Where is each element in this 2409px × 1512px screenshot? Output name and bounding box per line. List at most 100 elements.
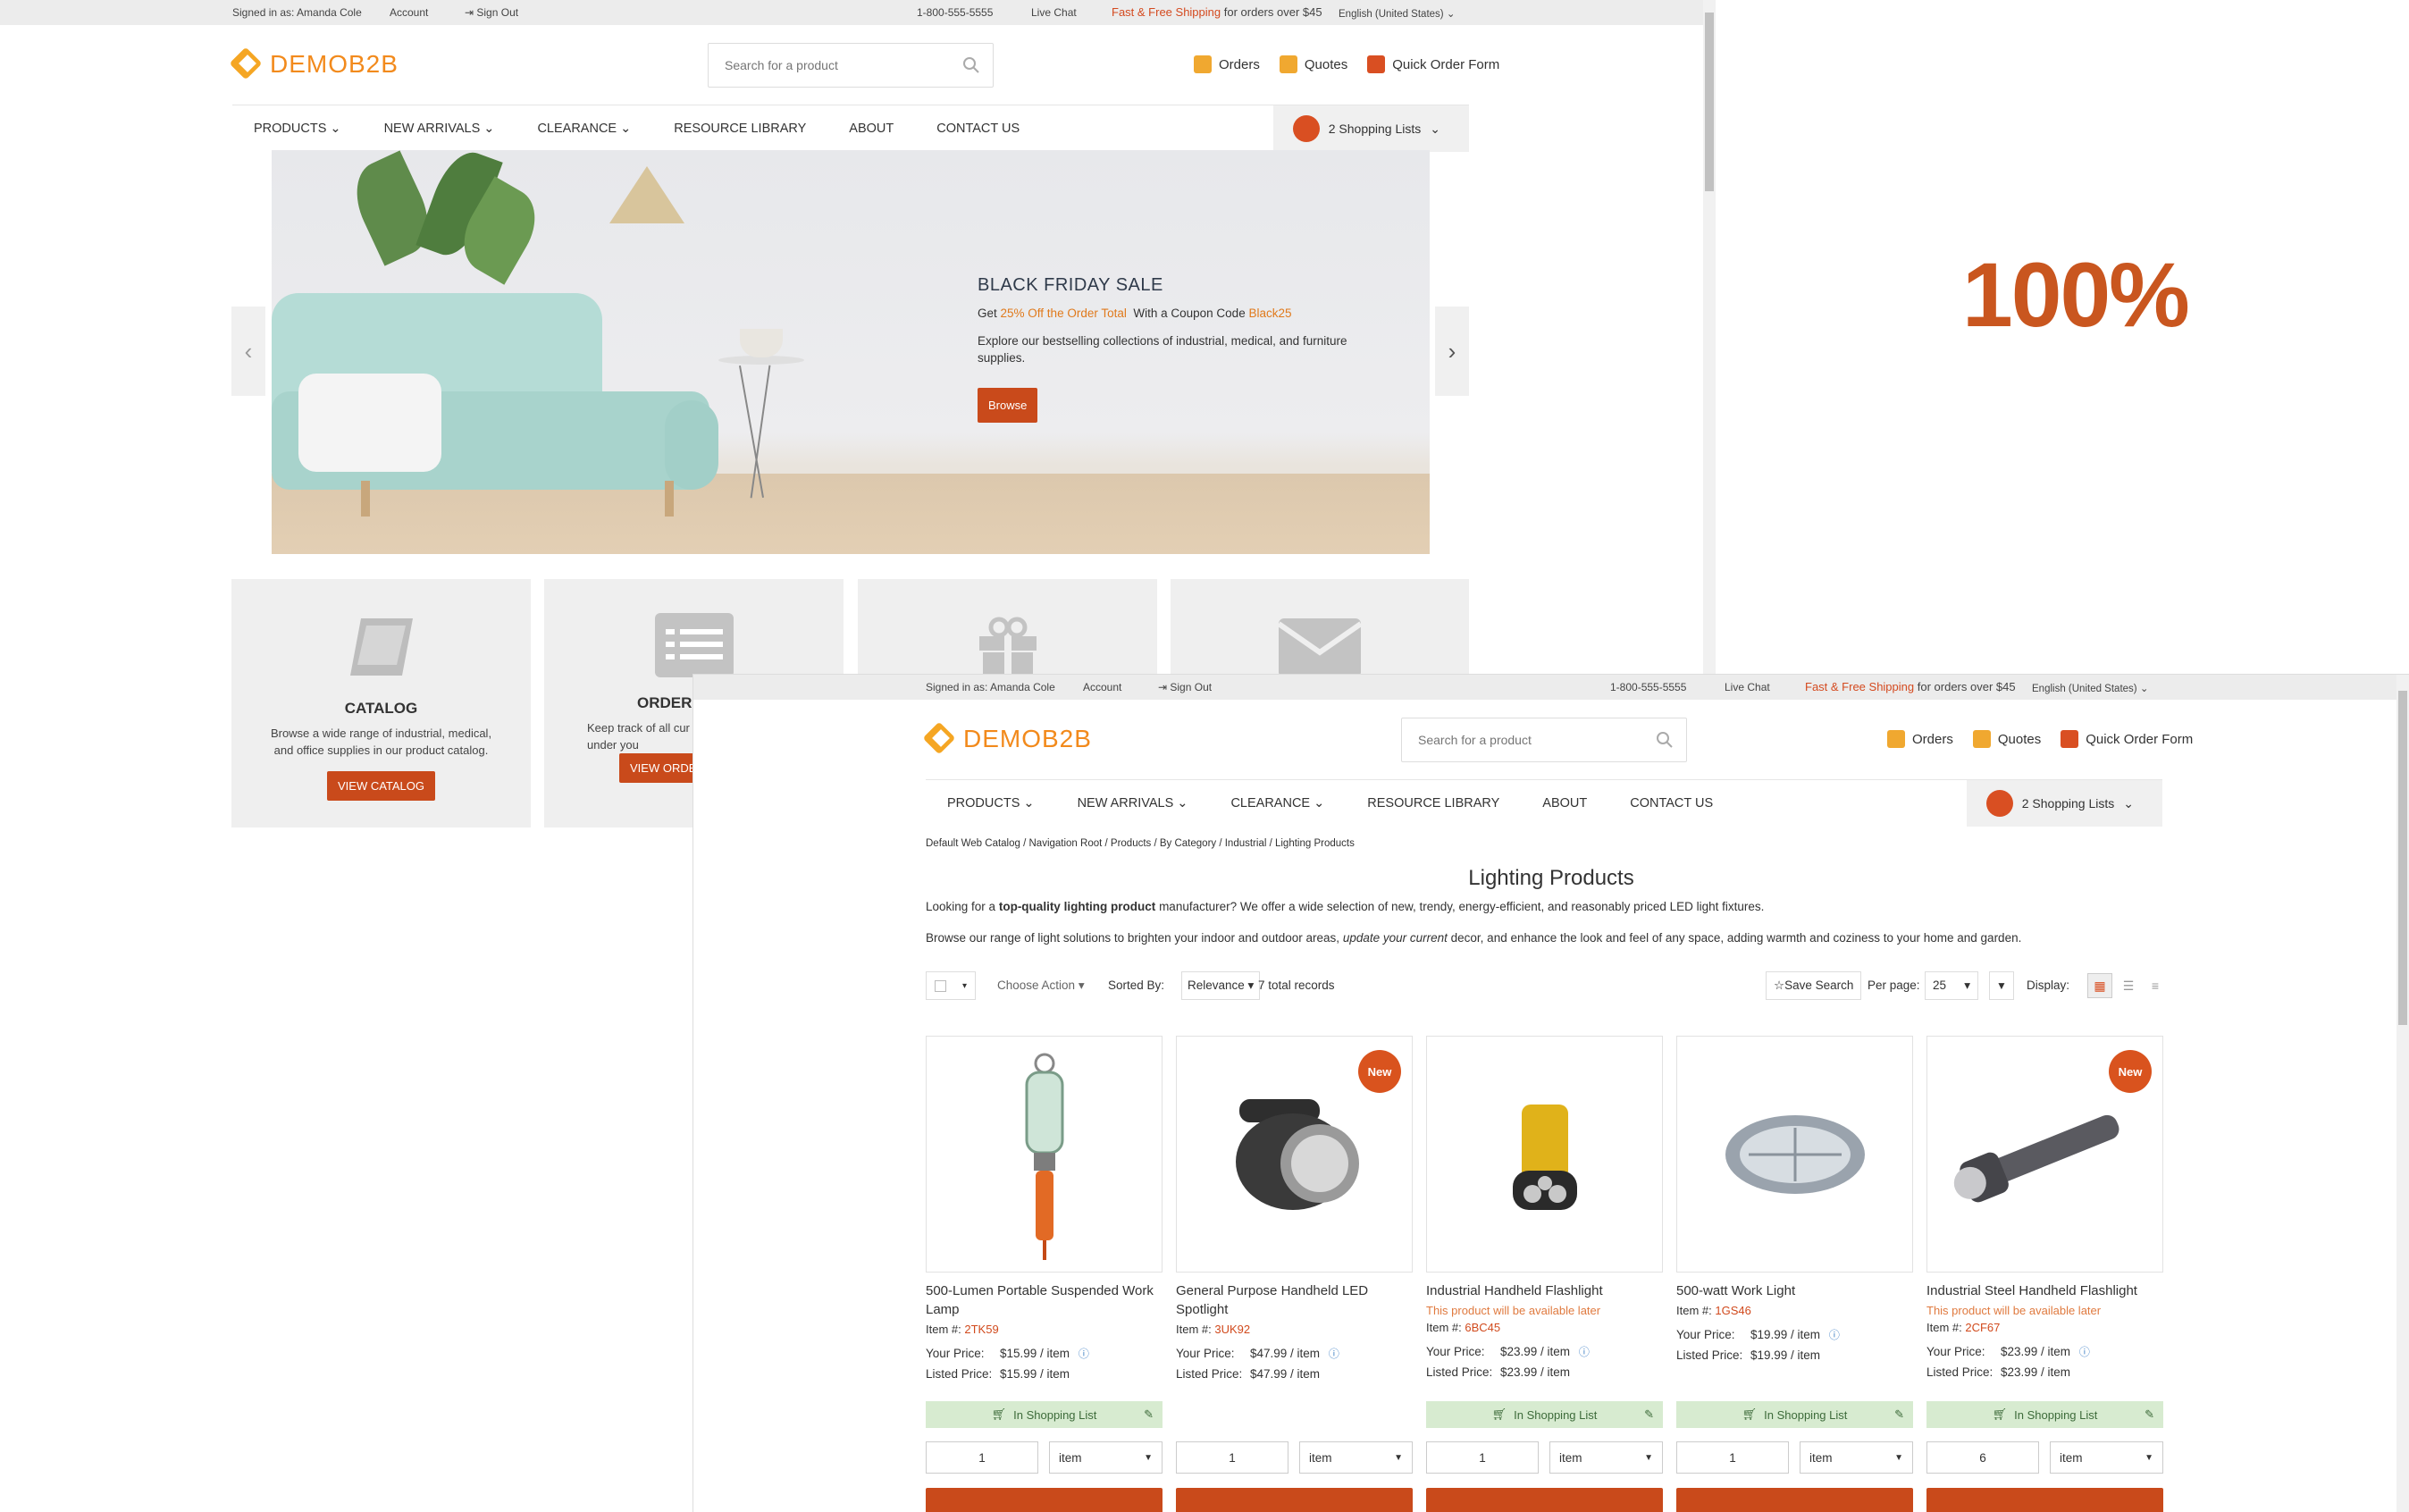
category-intro-2: Browse our range of light solutions to b… — [926, 931, 2022, 945]
shipping-promo: Fast & Free Shipping for orders over $45 — [1805, 680, 2016, 693]
product-image[interactable] — [1426, 1036, 1663, 1273]
product-image[interactable]: New — [1176, 1036, 1413, 1273]
select-all-checkbox[interactable]: ▾ — [926, 971, 976, 1000]
list-view-icon[interactable]: ☰ — [2116, 973, 2141, 998]
quantity-input[interactable]: 1 — [1426, 1441, 1539, 1474]
unit-select[interactable]: item ▼ — [1800, 1441, 1913, 1474]
orders-link[interactable]: Orders — [1194, 55, 1260, 73]
nav-clearance[interactable]: CLEARANCE ⌄ — [516, 122, 652, 136]
search-icon[interactable] — [962, 56, 980, 74]
nav-products[interactable]: PRODUCTS ⌄ — [926, 796, 1056, 811]
unit-select[interactable]: item ▼ — [1299, 1441, 1413, 1474]
add-to-cart-button[interactable] — [1926, 1488, 2163, 1512]
nav-products[interactable]: PRODUCTS ⌄ — [232, 122, 363, 136]
product-image[interactable] — [926, 1036, 1163, 1273]
nav-resource-library[interactable]: RESOURCE LIBRARY — [652, 122, 827, 136]
view-catalog-button[interactable]: VIEW CATALOG — [326, 771, 436, 801]
per-page-select[interactable]: 25 ▾ — [1925, 971, 1978, 1000]
language-select[interactable]: English (United States) ⌄ — [1339, 7, 1455, 20]
account-link[interactable]: Account — [390, 6, 428, 19]
product-title[interactable]: Industrial Steel Handheld Flashlight — [1926, 1281, 2163, 1300]
quantity-input[interactable]: 1 — [926, 1441, 1038, 1474]
unit-select[interactable]: item ▼ — [2050, 1441, 2163, 1474]
nav-about[interactable]: ABOUT — [1521, 796, 1608, 811]
grid-view-icon[interactable]: ▦ — [2087, 973, 2112, 998]
in-shopping-list-button[interactable]: 🛒︎ In Shopping List ✎ — [926, 1401, 1163, 1428]
product-title[interactable]: Industrial Handheld Flashlight — [1426, 1281, 1663, 1300]
edit-icon[interactable]: ✎ — [1144, 1407, 1154, 1422]
search-box[interactable] — [708, 43, 994, 88]
nav-resource-library[interactable]: RESOURCE LIBRARY — [1346, 796, 1521, 811]
logo[interactable]: DEMOB2B — [231, 48, 399, 80]
product-sku: Item #: 2TK59 — [926, 1323, 999, 1336]
add-to-cart-button[interactable] — [926, 1488, 1163, 1512]
add-to-cart-button[interactable] — [1176, 1488, 1413, 1512]
nav-new-arrivals[interactable]: NEW ARRIVALS ⌄ — [1056, 796, 1210, 811]
nav-new-arrivals[interactable]: NEW ARRIVALS ⌄ — [363, 122, 516, 136]
add-to-cart-button[interactable] — [1676, 1488, 1913, 1512]
quantity-input[interactable]: 1 — [1676, 1441, 1789, 1474]
info-icon[interactable]: ⓘ — [1079, 1348, 1089, 1360]
edit-icon[interactable]: ✎ — [1644, 1407, 1654, 1422]
in-shopping-list-button[interactable]: 🛒︎ In Shopping List ✎ — [1426, 1401, 1663, 1428]
quantity-input[interactable]: 6 — [1926, 1441, 2039, 1474]
orders-link[interactable]: Orders — [1887, 730, 1953, 748]
in-shopping-list-button[interactable]: 🛒︎ In Shopping List ✎ — [1926, 1401, 2163, 1428]
top-bar: Signed in as: Amanda Cole Account ⇥ Sign… — [0, 0, 1703, 25]
choose-action-dropdown[interactable]: Choose Action ▾ — [997, 979, 1085, 993]
edit-icon[interactable]: ✎ — [1894, 1407, 1904, 1422]
product-sku: Item #: 6BC45 — [1426, 1321, 1501, 1334]
account-link[interactable]: Account — [1083, 681, 1121, 693]
info-icon[interactable]: ⓘ — [1829, 1329, 1840, 1341]
compact-view-icon[interactable]: ≡ — [2143, 973, 2168, 998]
nav-contact[interactable]: CONTACT US — [915, 122, 1041, 136]
product-image[interactable]: New — [1926, 1036, 2163, 1273]
live-chat-link[interactable]: Live Chat — [1725, 681, 1770, 693]
work-lamp-image — [1025, 1053, 1064, 1260]
edit-icon[interactable]: ✎ — [2145, 1407, 2154, 1422]
live-chat-link[interactable]: Live Chat — [1031, 6, 1077, 19]
quick-order-link[interactable]: Quick Order Form — [1367, 55, 1499, 73]
filter-icon[interactable]: ▼ — [1989, 971, 2014, 1000]
quantity-input[interactable]: 1 — [1176, 1441, 1288, 1474]
sign-out-link[interactable]: ⇥ Sign Out — [465, 6, 518, 19]
shopping-lists-button[interactable]: 2 Shopping Lists ⌄ — [1272, 105, 1469, 152]
sign-out-link[interactable]: ⇥ Sign Out — [1158, 681, 1212, 693]
category-scrollbar[interactable] — [2396, 675, 2409, 1512]
browse-button[interactable]: Browse — [978, 388, 1038, 423]
logo[interactable]: DEMOB2B — [924, 723, 1092, 755]
info-icon[interactable]: ⓘ — [1329, 1348, 1339, 1360]
nav-contact[interactable]: CONTACT US — [1608, 796, 1734, 811]
info-icon[interactable]: ⓘ — [2079, 1346, 2090, 1358]
save-search-button[interactable]: ☆Save Search — [1766, 971, 1862, 1000]
add-to-cart-button[interactable] — [1426, 1488, 1663, 1512]
nav-about[interactable]: ABOUT — [827, 122, 915, 136]
hero-offer: Get 25% Off the Order Total With a Coupo… — [978, 307, 1292, 320]
search-box[interactable] — [1401, 718, 1687, 762]
quick-order-link[interactable]: Quick Order Form — [2061, 730, 2193, 748]
quotes-link[interactable]: Quotes — [1972, 730, 2041, 748]
hero-title: BLACK FRIDAY SALE — [978, 275, 1163, 295]
product-title[interactable]: General Purpose Handheld LED Spotlight — [1176, 1281, 1413, 1319]
carousel-next[interactable]: › — [1435, 307, 1469, 396]
language-select[interactable]: English (United States) ⌄ — [2032, 682, 2148, 694]
search-input[interactable] — [709, 44, 993, 87]
home-scrollbar[interactable] — [1703, 0, 1716, 679]
product-title[interactable]: 500-watt Work Light — [1676, 1281, 1913, 1300]
product-image[interactable] — [1676, 1036, 1913, 1273]
work-light-image — [1725, 1115, 1865, 1194]
nav-clearance[interactable]: CLEARANCE ⌄ — [1209, 796, 1346, 811]
availability-note: This product will be available later — [1426, 1304, 1601, 1317]
info-icon[interactable]: ⓘ — [1579, 1346, 1590, 1358]
breadcrumb[interactable]: Default Web Catalog / Navigation Root / … — [926, 838, 1355, 849]
unit-select[interactable]: item ▼ — [1049, 1441, 1163, 1474]
search-icon[interactable] — [1656, 731, 1674, 749]
search-input[interactable] — [1402, 718, 1686, 761]
sort-select[interactable]: Relevance ▾ — [1181, 971, 1261, 1000]
in-shopping-list-button[interactable]: 🛒︎ In Shopping List ✎ — [1676, 1401, 1913, 1428]
shopping-lists-button[interactable]: 2 Shopping Lists ⌄ — [1966, 780, 2162, 827]
product-title[interactable]: 500-Lumen Portable Suspended Work Lamp — [926, 1281, 1163, 1319]
carousel-prev[interactable]: ‹ — [231, 307, 265, 396]
unit-select[interactable]: item ▼ — [1549, 1441, 1663, 1474]
quotes-link[interactable]: Quotes — [1279, 55, 1347, 73]
